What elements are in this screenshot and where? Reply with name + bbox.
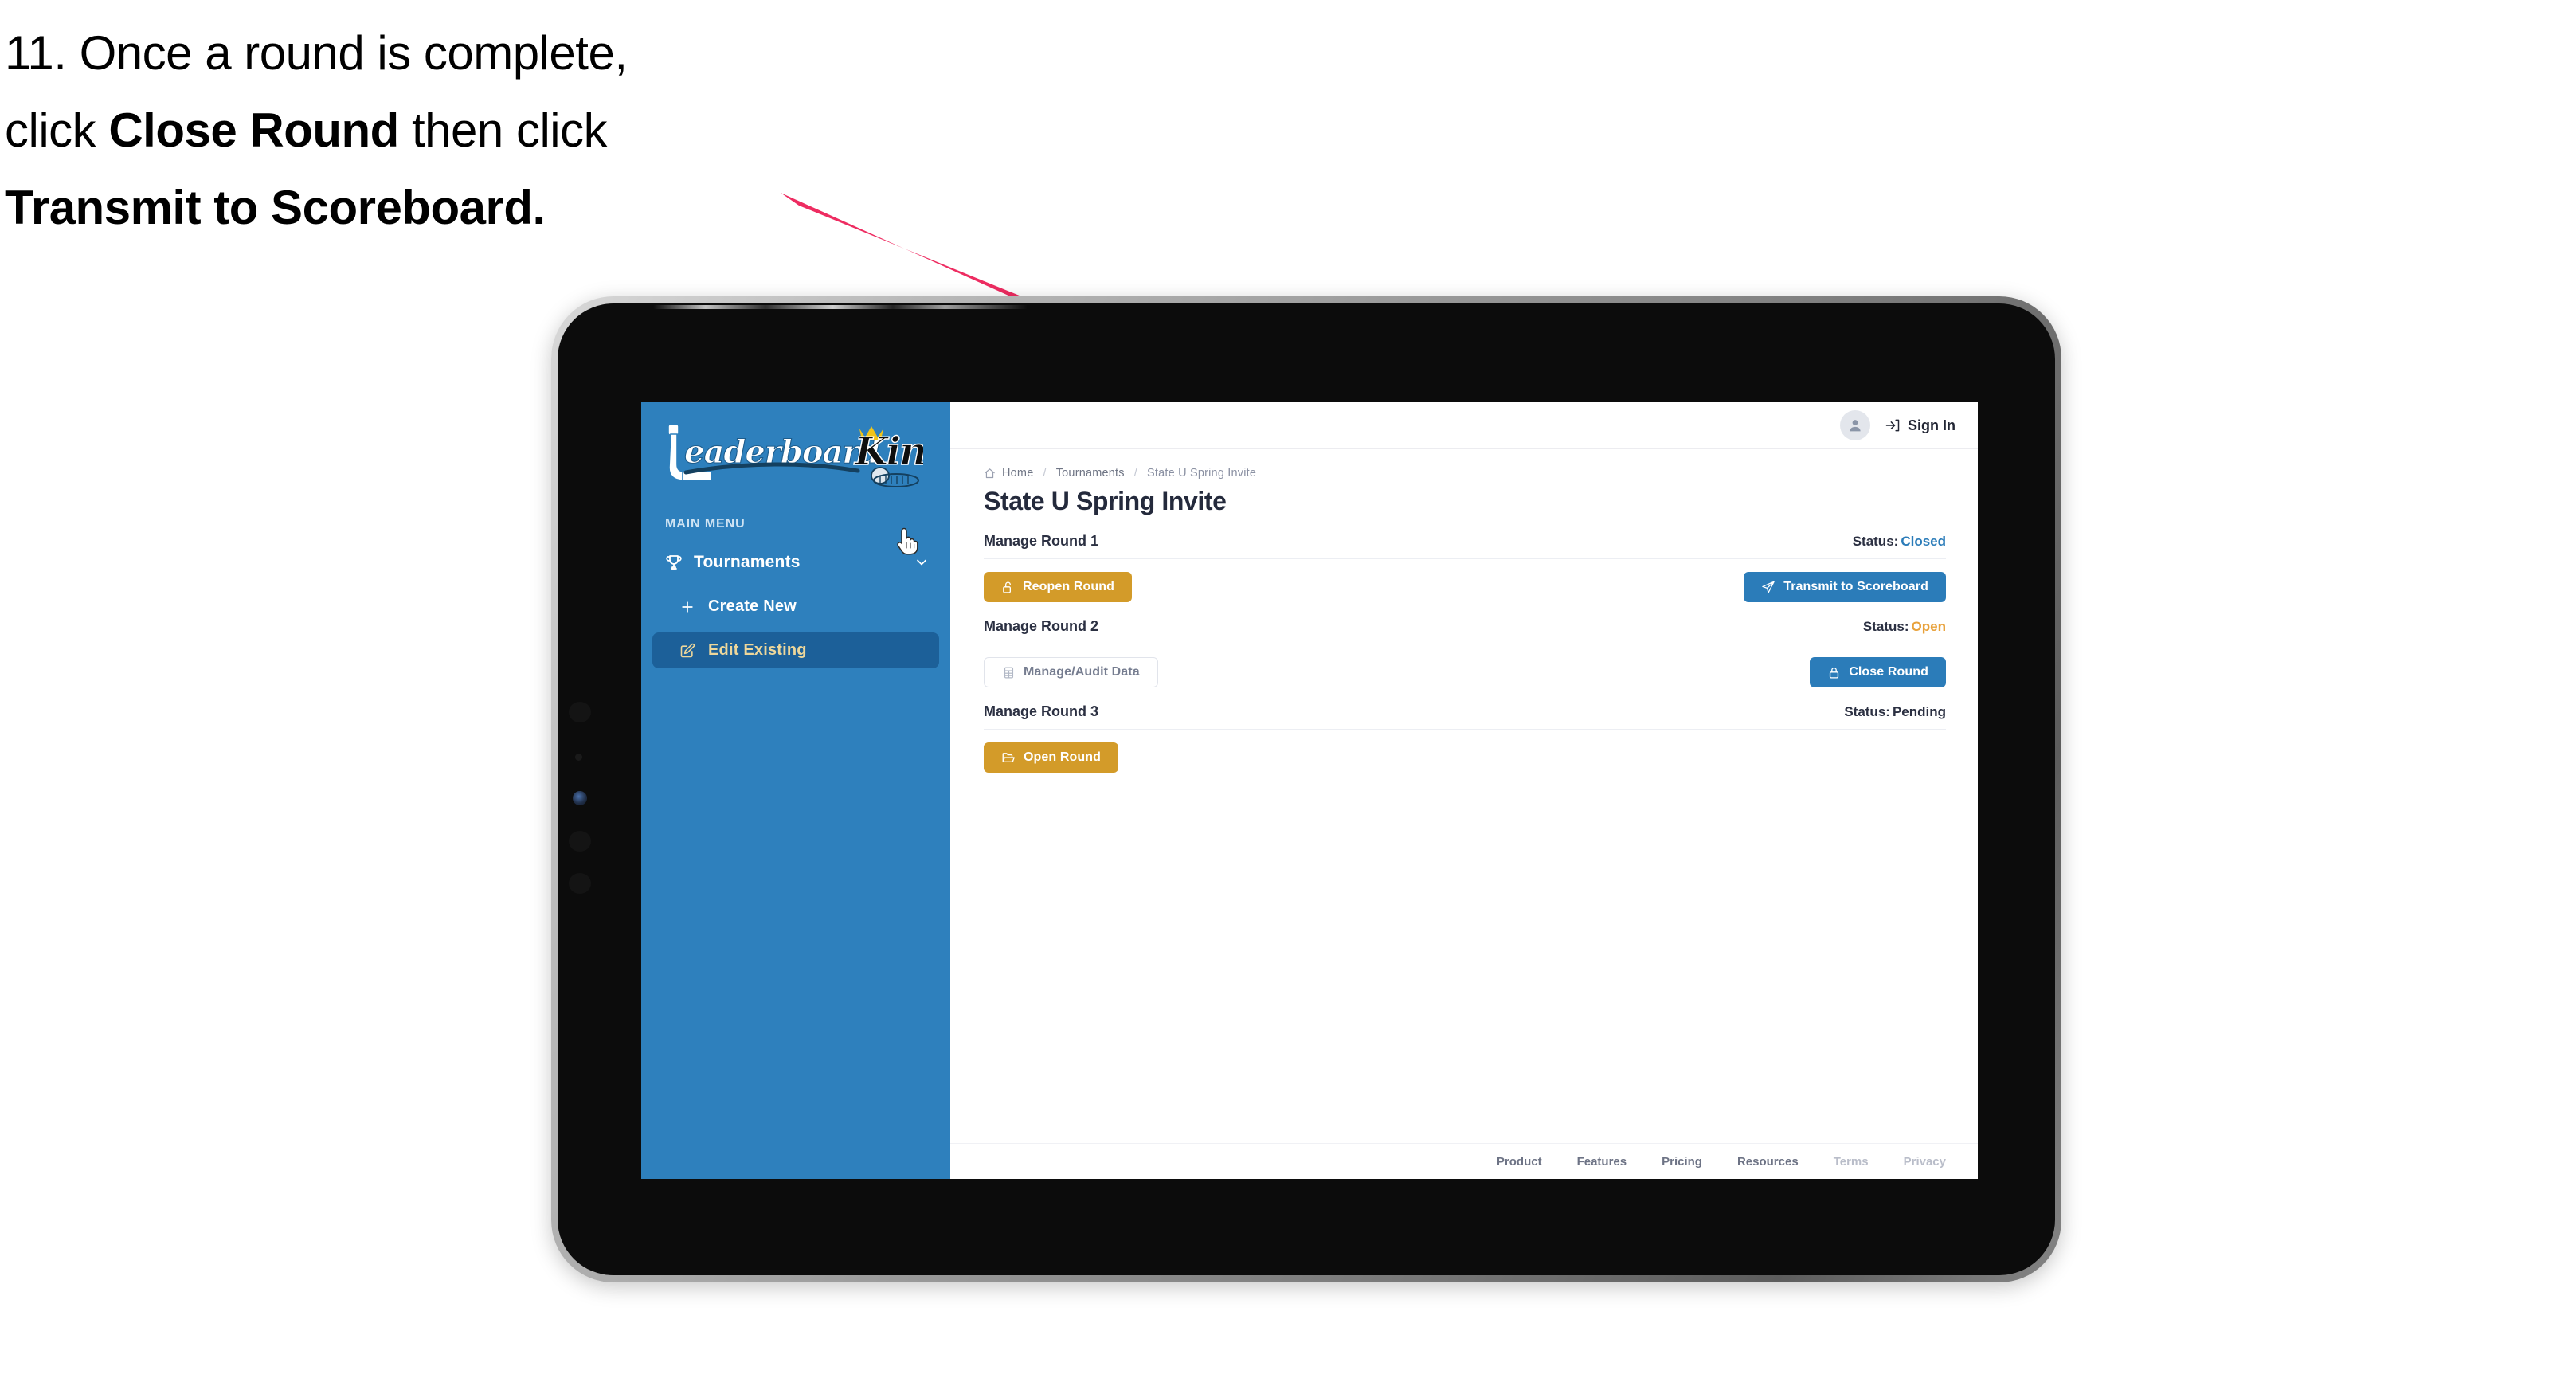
app-topbar: Sign In <box>950 402 1978 449</box>
open-round-label: Open Round <box>1024 750 1101 765</box>
footer-link-pricing[interactable]: Pricing <box>1662 1155 1702 1169</box>
tablet-top-edge-highlight <box>653 305 1028 309</box>
manage-audit-data-label: Manage/Audit Data <box>1024 665 1140 679</box>
page-title: State U Spring Invite <box>984 487 1227 515</box>
main-panel: Home / Tournaments / State U Spring Invi… <box>950 449 1978 1143</box>
sign-in-arrow-icon <box>1885 417 1901 433</box>
caption-line-3: Transmit to Scoreboard. <box>5 181 546 235</box>
sign-in-button[interactable]: Sign In <box>1885 417 1955 434</box>
tablet-side-button-bottom[interactable] <box>569 873 591 894</box>
breadcrumb-separator: / <box>1043 467 1047 480</box>
round-3-status-label: Status: <box>1844 704 1890 720</box>
round-1-title: Manage Round 1 <box>984 533 1099 550</box>
app-footer: Product Features Pricing Resources Terms… <box>950 1143 1978 1179</box>
round-1-header: Manage Round 1 Status: Closed <box>984 533 1946 560</box>
sidebar-item-edit-existing-label: Edit Existing <box>708 641 807 659</box>
caption-line-2: click Close Round then click <box>5 92 881 169</box>
round-1-status-label: Status: <box>1852 534 1899 550</box>
edit-pencil-icon <box>676 643 699 659</box>
breadcrumb-separator: / <box>1133 467 1137 480</box>
tablet-screen: eaderboard King <box>641 402 1978 1179</box>
paper-plane-icon <box>1761 580 1775 594</box>
caption-line-1: 11. Once a round is complete, <box>5 14 881 92</box>
tablet-device: eaderboard King <box>551 296 2061 1282</box>
round-2-status-label: Status: <box>1862 619 1909 635</box>
round-1-actions: Reopen Round Transmit to Scoreboard <box>984 572 1946 603</box>
round-2-status-value: Open <box>1911 619 1946 635</box>
tablet-side-button-middle[interactable] <box>569 831 591 852</box>
app-sidebar: eaderboard King <box>641 402 950 1179</box>
footer-link-product[interactable]: Product <box>1497 1155 1542 1169</box>
round-1-status: Status: Closed <box>1853 534 1946 550</box>
home-icon[interactable] <box>984 468 996 480</box>
breadcrumb: Home / Tournaments / State U Spring Invi… <box>984 467 1946 480</box>
round-3-actions: Open Round <box>984 742 1946 773</box>
round-3-title: Manage Round 3 <box>984 703 1099 720</box>
close-round-button[interactable]: Close Round <box>1810 657 1946 688</box>
trophy-icon <box>662 553 686 572</box>
sidebar-item-create-new-label: Create New <box>708 597 797 615</box>
breadcrumb-item-tournaments[interactable]: Tournaments <box>1056 467 1125 480</box>
folder-open-icon <box>1001 750 1016 765</box>
round-2-title: Manage Round 2 <box>984 618 1099 635</box>
sidebar-item-tournaments-label: Tournaments <box>694 553 801 571</box>
caption-line-2-bold: Close Round <box>108 104 399 158</box>
footer-link-resources[interactable]: Resources <box>1737 1155 1799 1169</box>
tablet-side-button-top[interactable] <box>569 702 591 722</box>
sign-in-label: Sign In <box>1908 417 1955 433</box>
round-2-actions: Manage/Audit Data Close Round <box>984 657 1946 688</box>
round-3-header: Manage Round 3 Status: Pending <box>984 703 1946 730</box>
breadcrumb-item-current: State U Spring Invite <box>1146 467 1257 480</box>
close-round-label: Close Round <box>1849 665 1928 679</box>
round-2-status: Status: Open <box>1863 619 1946 635</box>
round-1-status-value: Closed <box>1901 534 1946 550</box>
footer-link-features[interactable]: Features <box>1577 1155 1627 1169</box>
svg-text:King: King <box>853 429 923 474</box>
reopen-round-label: Reopen Round <box>1023 580 1114 594</box>
caption-line-2-suffix: then click <box>398 104 608 158</box>
unlock-icon <box>1001 581 1015 594</box>
tablet-side-camera-lens <box>573 791 587 805</box>
round-block-1: Manage Round 1 Status: Closed Reopen Rou… <box>984 533 1946 603</box>
leaderboardking-logo[interactable]: eaderboard King <box>660 420 923 493</box>
round-2-header: Manage Round 2 Status: Open <box>984 618 1946 645</box>
reopen-round-button[interactable]: Reopen Round <box>984 572 1132 603</box>
sidebar-item-edit-existing[interactable]: Edit Existing <box>652 632 939 668</box>
app-content: Sign In Home / Tournaments / State U Spr… <box>950 402 1978 1179</box>
breadcrumb-item-home[interactable]: Home <box>1002 467 1033 480</box>
footer-link-terms[interactable]: Terms <box>1834 1155 1869 1169</box>
manage-audit-data-button[interactable]: Manage/Audit Data <box>984 657 1158 688</box>
lock-icon <box>1827 666 1841 679</box>
round-3-status: Status: Pending <box>1844 704 1946 720</box>
sidebar-item-create-new[interactable]: Create New <box>652 589 939 624</box>
round-block-2: Manage Round 2 Status: Open Manage/Audit… <box>984 618 1946 688</box>
transmit-to-scoreboard-button[interactable]: Transmit to Scoreboard <box>1744 572 1946 603</box>
caption-line-1-text: 11. Once a round is complete, <box>5 26 628 80</box>
open-round-button[interactable]: Open Round <box>984 742 1118 773</box>
instruction-caption: 11. Once a round is complete, click Clos… <box>5 14 881 247</box>
tablet-side-sensor-dot <box>575 754 582 761</box>
tablet-bezel: eaderboard King <box>558 303 2055 1275</box>
round-3-status-value: Pending <box>1892 704 1946 720</box>
round-block-3: Manage Round 3 Status: Pending Open Roun… <box>984 703 1946 773</box>
transmit-to-scoreboard-label: Transmit to Scoreboard <box>1783 580 1928 594</box>
chevron-down-icon[interactable] <box>914 554 930 570</box>
plus-icon <box>676 599 699 615</box>
caption-line-2-prefix: click <box>5 104 109 158</box>
hand-pointer-cursor <box>893 525 920 555</box>
table-grid-icon <box>1002 666 1016 679</box>
logo-artwork: eaderboard King <box>667 424 923 487</box>
footer-link-privacy[interactable]: Privacy <box>1904 1155 1946 1169</box>
user-avatar-icon[interactable] <box>1840 410 1870 440</box>
